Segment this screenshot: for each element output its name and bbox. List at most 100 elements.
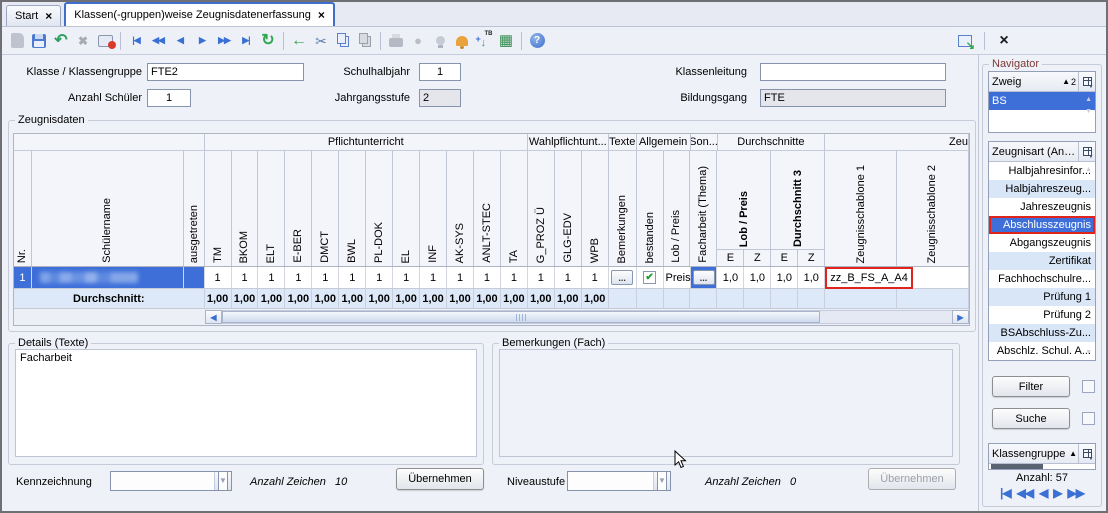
grade-cell-inf[interactable]: 1 [420,267,447,288]
chevron-down-icon[interactable]: ▼ [214,472,231,490]
disc-icon[interactable]: ● [407,30,429,51]
column-header-e-ber[interactable]: E-BER [285,151,312,266]
niveaustufe-combobox[interactable]: ▼ [567,471,671,491]
new-record-icon[interactable] [6,30,28,51]
scroll-down-icon[interactable]: ▼ [1085,108,1092,115]
zeugnisart-item-fachhochschulre[interactable]: Fachhochschulre... [989,270,1095,288]
zeugnisart-item-halbjahreszeug[interactable]: Halbjahreszeug... [989,180,1095,198]
scroll-down-icon[interactable]: ▼ [1085,349,1092,356]
excel-export-icon[interactable]: ▦ [495,30,517,51]
filter-checkbox[interactable] [1082,380,1095,393]
zeugnisschablone1-cell[interactable]: zz_B_FS_A_A4 [825,267,897,288]
column-header-lob-preis[interactable]: Lob / PreisEZ [717,151,771,266]
durchschnitt3-e-cell[interactable]: 1,0 [771,267,798,288]
bestanden-cell[interactable]: ✔ [637,267,664,288]
uebernehmen-button[interactable]: Übernehmen [396,468,484,490]
klasse-input[interactable]: FTE2 [147,63,304,81]
column-header-nr[interactable]: Nr. [14,151,32,266]
schulhalbjahr-input[interactable]: 1 [419,63,461,81]
zeugnisart-item-prüfung-2[interactable]: Prüfung 2 [989,306,1095,324]
lob-preis-e-cell[interactable]: 1,0 [717,267,744,288]
column-header-elt[interactable]: ELT [258,151,285,266]
grade-cell-pl-dok[interactable]: 1 [366,267,393,288]
fast-next-icon[interactable]: ▶▶ [213,30,235,51]
grade-cell-elt[interactable]: 1 [258,267,285,288]
next-record-icon[interactable]: ▶ [1053,487,1061,500]
grade-cell-ta[interactable]: 1 [501,267,528,288]
grade-cell-dmct[interactable]: 1 [312,267,339,288]
first-record-icon[interactable]: |◀ [1000,487,1011,500]
column-header-glg-edv[interactable]: GLG-EDV [555,151,582,266]
close-toolbar-icon[interactable]: × [993,30,1015,51]
prev-record-icon[interactable]: ◀ [1039,487,1047,500]
column-header-ta[interactable]: TA [501,151,528,266]
column-header-pl-dok[interactable]: PL-DOK [366,151,393,266]
cut-icon[interactable]: ✂ [310,30,332,51]
column-header-facharbeit-thema[interactable]: Facharbeit (Thema) [690,151,717,266]
grade-cell-anlt-stec[interactable]: 1 [474,267,501,288]
column-header-zeugnisschablone-2[interactable]: Zeugnisschablone 2 [897,151,969,266]
tab-start[interactable]: Start × [6,5,61,26]
close-icon[interactable]: × [45,10,52,22]
chevron-down-icon[interactable]: ▼ [653,472,670,490]
suche-checkbox[interactable] [1082,412,1095,425]
student-name-cell[interactable] [32,267,184,288]
zeugnisart-item-abschlusszeugnis[interactable]: Abschlusszeugnis [989,216,1095,234]
zweig-header[interactable]: Zweig ▲ 2 [989,72,1095,92]
close-icon[interactable]: × [318,9,325,21]
subcolumn-header-z[interactable]: Z [744,250,770,266]
fast-prev-icon[interactable]: ◀◀ [1017,487,1033,500]
copy-icon[interactable] [332,30,354,51]
bestanden-checkbox[interactable]: ✔ [643,271,656,284]
grade-cell-wpb[interactable]: 1 [582,267,609,288]
column-header-bwl[interactable]: BWL [339,151,366,266]
bemerkungen-cell[interactable]: ... [609,267,637,288]
lob-preis-z-cell[interactable]: 1,0 [744,267,771,288]
grade-cell-tm[interactable]: 1 [205,267,232,288]
student-row[interactable]: 1111111111111111...✔Preis...1,01,01,01,0… [14,267,969,289]
column-header-bestanden[interactable]: bestanden [637,151,664,266]
prev-record-icon[interactable]: ◀ [169,30,191,51]
first-record-icon[interactable]: |◀ [125,30,147,51]
remove-form-icon[interactable] [94,30,116,51]
zeugnisart-item-abschlz-schul-a[interactable]: Abschlz. Schul. A... [989,342,1095,360]
grade-cell-ak-sys[interactable]: 1 [447,267,474,288]
uebernehmen2-button[interactable]: Übernehmen [868,468,956,490]
bemerkungen-textarea[interactable] [499,349,953,457]
bell-icon[interactable] [451,30,473,51]
scroll-up-icon[interactable]: ▲ [1085,166,1092,173]
column-header-durchschnitt-3[interactable]: Durchschnitt 3EZ [771,151,825,266]
grade-cell-el[interactable]: 1 [393,267,420,288]
grade-cell-g-proz-ü[interactable]: 1 [528,267,555,288]
fast-next-icon[interactable]: ▶▶ [1068,487,1084,500]
details-textarea[interactable]: Facharbeit [15,349,477,457]
delete-icon[interactable]: ✖ [72,30,94,51]
subcolumn-header-e[interactable]: E [717,250,744,266]
suche-button[interactable]: Suche [992,408,1070,429]
subcolumn-header-z[interactable]: Z [798,250,824,266]
zeugnisart-item-zertifikat[interactable]: Zertifikat [989,252,1095,270]
grid-settings-button[interactable] [1078,142,1095,161]
scrollbar-thumb[interactable] [222,311,820,323]
save-icon[interactable] [28,30,50,51]
undo-icon[interactable]: ↶ [50,30,72,51]
grid-settings-button[interactable] [1078,444,1095,463]
grade-cell-glg-edv[interactable]: 1 [555,267,582,288]
detach-window-icon[interactable]: ↘ [954,30,976,51]
zeugnisart-item-halbjahresinfor[interactable]: Halbjahresinfor... [989,162,1095,180]
anzahl-schueler-input[interactable]: 1 [147,89,191,107]
bulb-icon[interactable] [429,30,451,51]
column-header-bemerkungen[interactable]: Bemerkungen [609,151,637,266]
filter-button[interactable]: Filter [992,376,1070,397]
print-icon[interactable] [385,30,407,51]
kennzeichnung-combobox[interactable]: ▼ [110,471,232,491]
grade-cell-bkom[interactable]: 1 [232,267,259,288]
column-header-g-proz-ü[interactable]: G_PROZ Ü [528,151,555,266]
zeugnisart-item-bsabschluss-zu[interactable]: BSAbschluss-Zu... [989,324,1095,342]
tb-import-icon[interactable]: +↓TB [473,30,495,51]
subcolumn-header-e[interactable]: E [771,250,798,266]
column-header-bkom[interactable]: BKOM [232,151,259,266]
zeugnisart-header[interactable]: Zeugnisart (Anz... [989,142,1095,162]
grid-settings-button[interactable] [1078,72,1095,91]
help-icon[interactable]: ? [526,30,548,51]
